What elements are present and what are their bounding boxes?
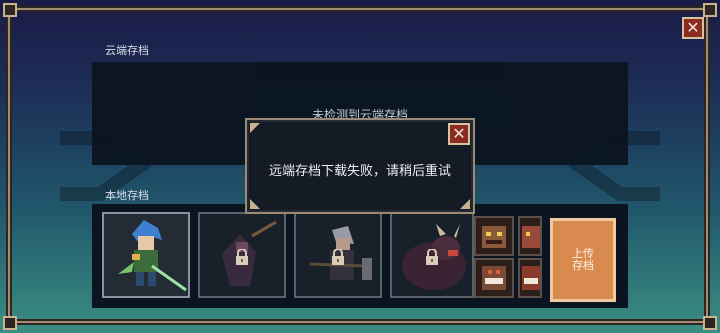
frame-corner (703, 316, 717, 330)
cloud-save-label: 云端存档 (105, 44, 149, 57)
monster-thumb-1[interactable] (474, 216, 514, 256)
hero-slot-2[interactable] (198, 212, 286, 298)
monster-thumb-4[interactable] (518, 258, 542, 298)
frame-corner (703, 3, 717, 17)
dialog-corner-ornament (250, 123, 260, 133)
close-icon: ✕ (686, 18, 700, 37)
upload-save-label: 上传存档 (572, 247, 594, 272)
monster-face-icon (522, 266, 540, 290)
monster-face-icon (482, 226, 506, 248)
local-save-label: 本地存档 (105, 189, 149, 202)
error-dialog: 远端存档下载失败，请稍后重试 ✕ (245, 118, 475, 214)
upload-save-button[interactable]: 上传存档 (550, 218, 616, 302)
dialog-close-button[interactable]: ✕ (448, 123, 470, 145)
window-close-button[interactable]: ✕ (682, 17, 704, 39)
frame-corner (3, 316, 17, 330)
local-save-panel: 上传存档 (92, 204, 628, 308)
hero-slot-4[interactable] (390, 212, 474, 298)
lock-icon (426, 249, 438, 265)
hero-swordsman-portrait (118, 220, 187, 292)
dialog-corner-ornament (250, 199, 260, 209)
error-message: 远端存档下载失败，请稍后重试 (268, 164, 451, 179)
hero-slot-3[interactable] (294, 212, 382, 298)
lock-icon (332, 249, 344, 265)
hero-slot-1[interactable] (102, 212, 190, 298)
dialog-corner-ornament (460, 199, 470, 209)
monster-face-icon (522, 226, 540, 248)
monster-face-icon (482, 266, 506, 290)
monster-thumb-3[interactable] (474, 258, 514, 298)
monster-thumb-2[interactable] (518, 216, 542, 256)
frame-corner (3, 3, 17, 17)
close-icon: ✕ (452, 124, 466, 143)
lock-icon (236, 249, 248, 265)
